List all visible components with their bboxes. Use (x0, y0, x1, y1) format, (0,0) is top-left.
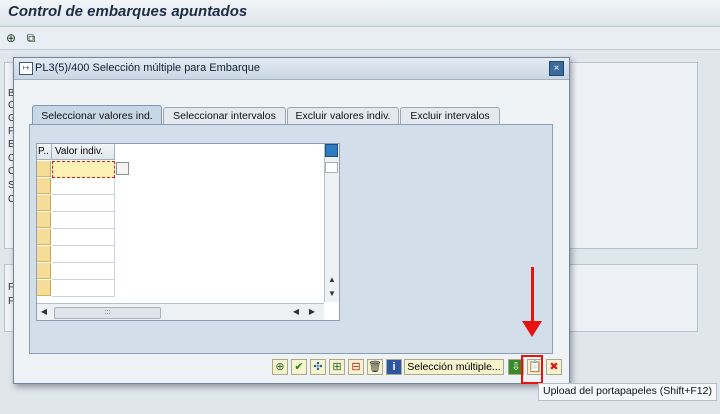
row-selector[interactable] (37, 178, 51, 194)
execute-icon[interactable]: ⊕ (3, 30, 19, 46)
row-selector[interactable] (37, 161, 51, 177)
value-cell[interactable] (52, 229, 115, 246)
app-toolbar: ⊕ ⧉ (0, 27, 720, 50)
row-selector[interactable] (37, 212, 51, 228)
value-cell[interactable] (52, 280, 115, 297)
value-cell[interactable] (52, 263, 115, 280)
value-cell[interactable] (52, 178, 115, 195)
column-header-p[interactable]: P.. (37, 144, 52, 160)
tab-select-intervals[interactable]: Seleccionar intervalos (163, 107, 286, 125)
scroll-up-icon[interactable]: ▲ (326, 275, 338, 284)
red-arrow-head (522, 321, 542, 337)
delete-row-icon[interactable]: ⊟ (348, 359, 364, 375)
value-cell[interactable] (52, 246, 115, 263)
multiple-selection-dialog: ↦ PL3(5)/400 Selección múltiple para Emb… (13, 57, 570, 384)
column-select-icon[interactable] (325, 162, 338, 173)
tab-exclude-intervals[interactable]: Excluir intervalos (400, 107, 500, 125)
tab-panel: P.. Valor indiv. ▲ ▼ ◀ ::: ◀ ▶ (29, 124, 553, 354)
row-selector[interactable] (37, 280, 51, 296)
scroll-left-icon[interactable]: ◀ (38, 307, 50, 316)
delete-all-icon[interactable]: 🗑 (367, 359, 383, 375)
copy-icon[interactable]: ⧉ (23, 30, 39, 46)
tab-label: Excluir intervalos (410, 110, 490, 122)
scroll-down-icon[interactable]: ▼ (326, 289, 338, 298)
horizontal-scrollbar[interactable]: ◀ ::: ◀ ▶ (37, 303, 324, 320)
tab-label: Seleccionar valores ind. (41, 110, 153, 122)
row-selector[interactable] (37, 263, 51, 279)
tab-label: Excluir valores indiv. (295, 110, 391, 122)
close-icon[interactable]: × (549, 61, 564, 76)
red-arrow-shaft (531, 267, 534, 327)
row-selector[interactable] (37, 246, 51, 262)
execute-icon[interactable]: ⊕ (272, 359, 288, 375)
tab-exclude-single-values[interactable]: Excluir valores indiv. (287, 107, 399, 125)
multiple-selection-button[interactable]: Selección múltiple... (404, 359, 504, 375)
value-help-button[interactable] (116, 162, 129, 175)
dialog-window-icon: ↦ (19, 62, 33, 75)
tooltip: Upload del portapapeles (Shift+F12) (538, 383, 717, 401)
highlight-box (521, 355, 543, 384)
row-selector[interactable] (37, 229, 51, 245)
value-cell[interactable] (52, 195, 115, 212)
info-icon[interactable]: i (386, 359, 402, 375)
layout-config-icon[interactable] (325, 144, 338, 157)
tab-label: Seleccionar intervalos (173, 110, 276, 122)
window-title-bar: Control de embarques apuntados (0, 0, 720, 27)
insert-line-icon[interactable]: ✣ (310, 359, 326, 375)
scroll-thumb[interactable]: ::: (54, 307, 161, 319)
cancel-icon[interactable]: ✖ (546, 359, 562, 375)
row-selector[interactable] (37, 195, 51, 211)
dialog-title-bar[interactable]: ↦ PL3(5)/400 Selección múltiple para Emb… (14, 58, 569, 80)
values-grid: P.. Valor indiv. ▲ ▼ ◀ ::: ◀ ▶ (36, 143, 340, 321)
scroll-left-icon[interactable]: ◀ (290, 307, 302, 316)
checkmark-icon[interactable]: ✔ (291, 359, 307, 375)
value-cell[interactable] (52, 161, 115, 178)
value-cell[interactable] (52, 212, 115, 229)
app-title: Control de embarques apuntados (8, 3, 248, 20)
add-row-icon[interactable]: ⊞ (329, 359, 345, 375)
column-header-value[interactable]: Valor indiv. (52, 144, 115, 160)
vertical-scrollbar[interactable]: ▲ ▼ (324, 144, 339, 302)
tab-select-single-values[interactable]: Seleccionar valores ind. (32, 105, 162, 126)
dialog-title: PL3(5)/400 Selección múltiple para Embar… (35, 62, 261, 74)
scroll-right-icon[interactable]: ▶ (306, 307, 318, 316)
